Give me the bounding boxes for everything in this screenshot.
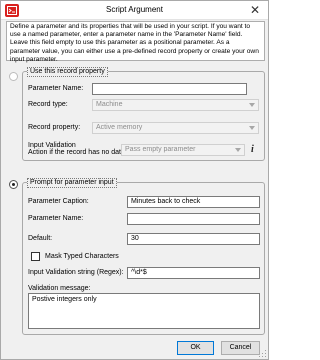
radio-selected-dot — [12, 183, 15, 186]
regex-label: Input Validation string (Regex): — [28, 269, 124, 276]
script-argument-dialog: Script Argument ✕ Define a parameter and… — [0, 0, 269, 360]
ok-button[interactable]: OK — [177, 341, 214, 355]
record-type-label: Record type: — [28, 101, 68, 108]
record-property-label: Record property: — [28, 124, 81, 131]
record-type-value: Machine — [96, 101, 123, 108]
validation-message-label: Validation message: — [28, 285, 91, 292]
chevron-down-icon — [249, 126, 255, 130]
close-button[interactable]: ✕ — [242, 1, 268, 20]
validation-message-textarea[interactable]: Postive integers only — [28, 293, 260, 329]
prompt-for-input-radio[interactable] — [9, 180, 18, 189]
mask-typed-characters-label: Mask Typed Characters — [45, 253, 119, 260]
info-icon[interactable]: i — [251, 144, 254, 155]
mask-typed-characters-checkbox[interactable] — [31, 252, 40, 261]
title-bar: Script Argument ✕ — [1, 1, 268, 20]
default-label: Default: — [28, 235, 53, 242]
parameter-name-input[interactable] — [127, 213, 260, 225]
close-icon: ✕ — [249, 3, 261, 17]
chevron-down-icon — [235, 148, 241, 152]
record-parameter-name-label: Parameter Name: — [28, 85, 84, 92]
no-data-action-dropdown[interactable]: Pass empty parameter — [121, 144, 245, 156]
no-data-action-label: Action if the record has no data — [28, 149, 125, 156]
parameter-caption-input[interactable]: Minutes back to check — [127, 196, 260, 208]
chevron-down-icon — [249, 103, 255, 107]
prompt-group-title: Prompt for parameter input — [27, 178, 117, 188]
record-type-dropdown[interactable]: Machine — [92, 99, 259, 111]
parameter-name-label: Parameter Name: — [28, 215, 84, 222]
parameter-caption-label: Parameter Caption: — [28, 198, 89, 205]
regex-input[interactable]: ^\d*$ — [127, 267, 260, 279]
record-property-value: Active memory — [96, 124, 143, 131]
record-property-group-title: Use this record property — [27, 67, 108, 77]
record-parameter-name-input[interactable] — [92, 83, 247, 95]
intro-description: Define a parameter and its properties th… — [6, 21, 265, 63]
default-value-input[interactable]: 30 — [127, 233, 260, 245]
use-record-property-radio[interactable] — [9, 72, 18, 81]
record-property-dropdown[interactable]: Active memory — [92, 122, 259, 134]
dialog-title: Script Argument — [106, 5, 163, 14]
cancel-button[interactable]: Cancel — [221, 341, 260, 355]
resize-grip-icon[interactable] — [259, 350, 267, 358]
no-data-action-value: Pass empty parameter — [125, 146, 196, 153]
